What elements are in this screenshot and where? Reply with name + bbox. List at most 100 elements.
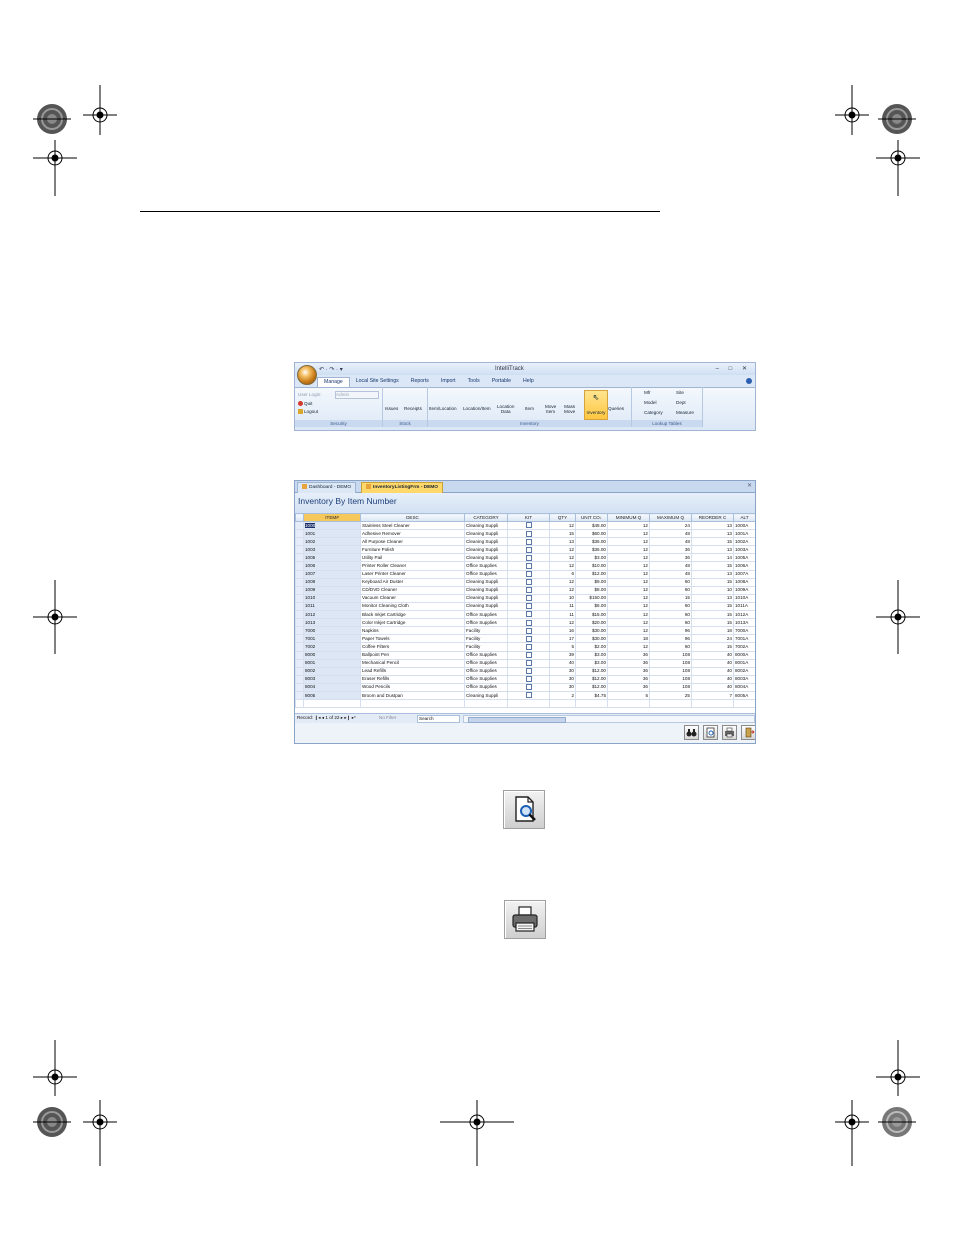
- kit-checkbox-cell[interactable]: [507, 618, 550, 628]
- cell-reorder[interactable]: 40: [691, 650, 734, 660]
- cell-alt[interactable]: 1010A: [733, 593, 755, 603]
- cell-desc[interactable]: Paper Towels: [360, 634, 465, 644]
- cell-minimum-qty[interactable]: 12: [607, 529, 650, 539]
- empty-cell[interactable]: [733, 699, 755, 709]
- dept-button[interactable]: Dept: [676, 400, 686, 405]
- cell-reorder[interactable]: 40: [691, 658, 734, 668]
- tab-dashboard[interactable]: Dashboard - DEMO: [297, 482, 357, 493]
- cell-qty[interactable]: 30: [549, 674, 576, 684]
- cell-item[interactable]: 1007: [303, 569, 361, 579]
- cell-alt[interactable]: 1008A: [733, 577, 755, 587]
- cell-reorder[interactable]: 15: [691, 618, 734, 628]
- cell-unit-cost[interactable]: $6.00: [575, 601, 608, 612]
- cell-maximum-qty[interactable]: 48: [649, 561, 692, 571]
- cell-minimum-qty[interactable]: 12: [607, 569, 650, 579]
- cell-qty[interactable]: 39: [549, 650, 576, 660]
- cell-reorder[interactable]: 15: [691, 537, 734, 547]
- cell-unit-cost[interactable]: $20.00: [575, 618, 608, 628]
- cell-maximum-qty[interactable]: 48: [649, 529, 692, 539]
- cell-unit-cost[interactable]: $15.00: [575, 610, 608, 620]
- cell-maximum-qty[interactable]: 60: [649, 618, 692, 628]
- cell-qty[interactable]: 30: [549, 682, 576, 692]
- move-item-button[interactable]: Move Item: [545, 404, 556, 414]
- kit-checkbox-cell[interactable]: [507, 593, 550, 603]
- measure-button[interactable]: Measure: [676, 410, 694, 415]
- row-selector[interactable]: [295, 545, 304, 555]
- kit-checkbox[interactable]: [525, 538, 532, 545]
- cell-maximum-qty[interactable]: 48: [649, 537, 692, 547]
- cell-minimum-qty[interactable]: 12: [607, 593, 650, 603]
- cell-maximum-qty[interactable]: 48: [649, 569, 692, 579]
- cell-alt[interactable]: 8001A: [733, 658, 755, 668]
- kit-checkbox-cell[interactable]: [507, 610, 550, 620]
- cell-category[interactable]: Cleaning Suppli: [464, 537, 508, 547]
- row-selector[interactable]: [295, 626, 304, 636]
- row-selector[interactable]: [295, 650, 304, 660]
- cell-item[interactable]: 8001: [303, 658, 361, 668]
- cell-category[interactable]: Facility: [464, 634, 508, 644]
- cell-alt[interactable]: 8003A: [733, 674, 755, 684]
- cell-minimum-qty[interactable]: 36: [607, 674, 650, 684]
- cell-qty[interactable]: 16: [549, 626, 576, 636]
- cell-unit-cost[interactable]: $48.00: [575, 520, 608, 531]
- mfr-button[interactable]: Mfr: [644, 390, 651, 395]
- kit-checkbox[interactable]: [525, 619, 532, 626]
- empty-cell[interactable]: [575, 699, 608, 709]
- cell-qty[interactable]: 12: [549, 577, 576, 587]
- cell-maximum-qty[interactable]: 60: [649, 610, 692, 620]
- column-header-reorder[interactable]: REORDER C: [691, 513, 734, 522]
- cell-item[interactable]: 8000: [303, 650, 361, 660]
- cell-minimum-qty[interactable]: 12: [607, 601, 650, 612]
- cell-qty[interactable]: 12: [549, 520, 576, 531]
- model-button[interactable]: Model: [644, 400, 657, 405]
- kit-checkbox-cell[interactable]: [507, 585, 550, 595]
- cell-category[interactable]: Cleaning Suppli: [464, 520, 508, 531]
- table-row[interactable]: 1006 Printer Roller Cleaner Office Supplie…: [295, 561, 755, 571]
- cell-alt[interactable]: 1002A: [733, 537, 755, 547]
- cell-reorder[interactable]: 15: [691, 577, 734, 587]
- column-header-maximum-qty[interactable]: MAXIMUM Q: [649, 513, 692, 522]
- tab-import[interactable]: Import: [435, 377, 462, 387]
- cell-qty[interactable]: 12: [549, 585, 576, 595]
- cell-alt[interactable]: 1009A: [733, 585, 755, 595]
- kit-checkbox-cell[interactable]: [507, 601, 550, 612]
- column-header-alt[interactable]: ALT: [733, 513, 755, 522]
- cell-reorder[interactable]: 13: [691, 545, 734, 555]
- cell-qty[interactable]: 12: [549, 545, 576, 555]
- print-button-large[interactable]: [504, 900, 546, 939]
- cell-minimum-qty[interactable]: 12: [607, 610, 650, 620]
- cell-item[interactable]: 1013: [303, 618, 361, 628]
- empty-cell[interactable]: [549, 699, 576, 709]
- row-selector[interactable]: [295, 666, 304, 676]
- cell-reorder[interactable]: 13: [691, 520, 734, 531]
- row-selector[interactable]: [295, 577, 304, 587]
- issues-button[interactable]: Issues: [385, 406, 398, 411]
- item-button[interactable]: Item: [525, 406, 534, 411]
- kit-checkbox[interactable]: [525, 668, 532, 675]
- cell-desc[interactable]: Vacuum Cleaner: [360, 593, 465, 603]
- row-selector[interactable]: [295, 561, 304, 571]
- cell-item[interactable]: 1009: [303, 585, 361, 595]
- cell-unit-cost[interactable]: $12.00: [575, 674, 608, 684]
- cell-desc[interactable]: Laser Printer Cleaner: [360, 569, 465, 579]
- table-row[interactable]: 1010 Vacuum Cleaner Cleaning Suppli 10 $150.…: [295, 593, 755, 603]
- cell-maximum-qty[interactable]: 108: [649, 650, 692, 660]
- cell-minimum-qty[interactable]: 36: [607, 650, 650, 660]
- row-selector[interactable]: [295, 682, 304, 692]
- row-selector[interactable]: [295, 537, 304, 547]
- cell-maximum-qty[interactable]: 36: [649, 545, 692, 555]
- cell-reorder[interactable]: 15: [691, 561, 734, 571]
- cell-qty[interactable]: 2: [549, 690, 576, 701]
- kit-checkbox[interactable]: [525, 595, 532, 602]
- table-row[interactable]: 1011 Monitor Cleaning Cloth Cleaning Suppl…: [295, 601, 755, 612]
- cell-alt[interactable]: 7002A: [733, 642, 755, 652]
- cell-desc[interactable]: CD/DVD Cleaner: [360, 585, 465, 595]
- filter-indicator[interactable]: No Filter: [379, 715, 396, 720]
- row-selector[interactable]: [295, 658, 304, 668]
- inventory-button[interactable]: ⇖ Inventory: [584, 390, 608, 420]
- cell-category[interactable]: Cleaning Suppli: [464, 545, 508, 555]
- kit-checkbox[interactable]: [525, 562, 532, 569]
- cell-maximum-qty[interactable]: 24: [649, 520, 692, 531]
- kit-checkbox[interactable]: [525, 554, 532, 561]
- print-preview-button-large[interactable]: [503, 790, 545, 829]
